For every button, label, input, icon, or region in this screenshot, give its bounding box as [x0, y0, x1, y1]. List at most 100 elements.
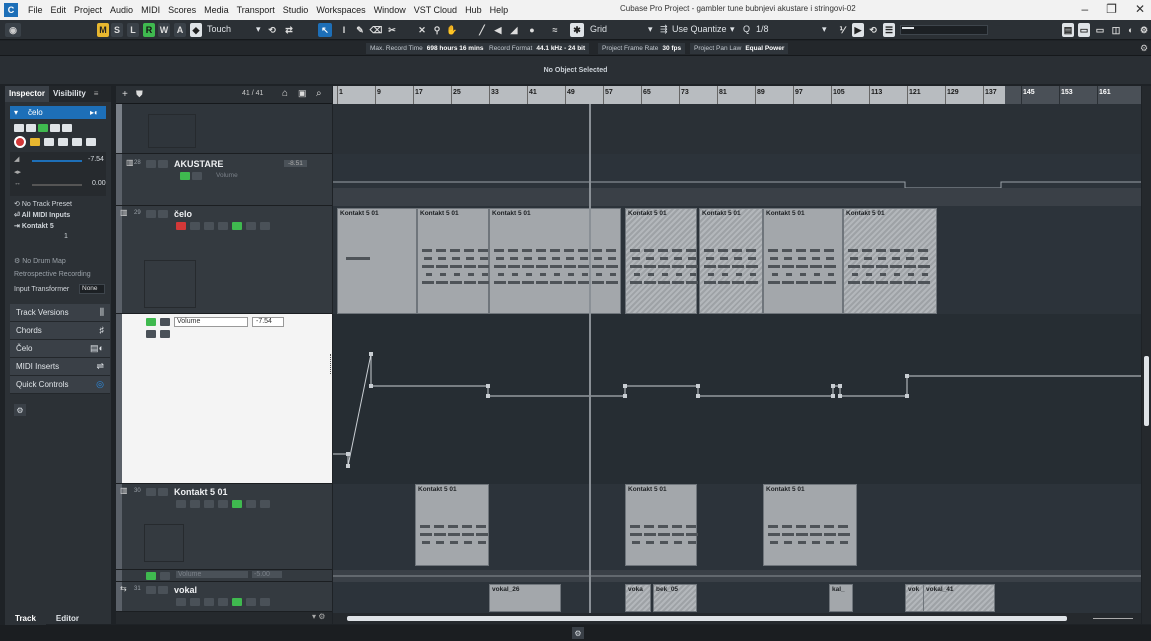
track-name[interactable]: AKUSTARE: [174, 159, 223, 169]
inspector-read-button[interactable]: [38, 124, 48, 132]
mute-button[interactable]: [146, 586, 156, 594]
minimize-button[interactable]: –: [1081, 2, 1088, 16]
inspector-freeze-button[interactable]: [72, 138, 82, 146]
lanes-button[interactable]: [218, 598, 228, 606]
color-picker-icon[interactable]: ●: [526, 23, 538, 37]
snap-toggle-icon[interactable]: ✱: [570, 23, 584, 37]
quantize-preset-label[interactable]: Use Quantize: [672, 24, 727, 34]
horizontal-zoom-slider[interactable]: [1093, 618, 1133, 619]
lanes-button[interactable]: [218, 222, 228, 230]
solo-button[interactable]: [158, 210, 168, 218]
solo-button[interactable]: [158, 488, 168, 496]
read-button[interactable]: [232, 500, 242, 508]
menu-media[interactable]: Media: [200, 5, 233, 15]
inspector-edit-button[interactable]: [62, 124, 72, 132]
track-filter-icon[interactable]: ⛊: [136, 89, 143, 100]
add-track-icon[interactable]: +: [122, 89, 128, 100]
inspector-mute-button[interactable]: [14, 124, 24, 132]
pan-slider[interactable]: [32, 184, 82, 186]
edit-button[interactable]: [260, 222, 270, 230]
line-tool-icon[interactable]: ╱: [476, 23, 488, 37]
write-automation-button[interactable]: [160, 572, 170, 580]
track-preset-field[interactable]: ⟲ No Track Preset: [14, 200, 115, 208]
menu-audio[interactable]: Audio: [106, 5, 137, 15]
menu-edit[interactable]: Edit: [47, 5, 71, 15]
quantize-value-chevron-icon[interactable]: ▾: [822, 24, 827, 35]
tracklist-zoom-icon[interactable]: ▾ ⚙: [312, 612, 325, 621]
track-name[interactable]: vokal: [174, 585, 197, 595]
midi-channel-field[interactable]: 1: [14, 233, 115, 240]
split-tool-icon[interactable]: ✂: [386, 23, 398, 37]
left-zone-icon[interactable]: ▤: [1062, 23, 1074, 37]
track-name[interactable]: čelo: [174, 209, 192, 219]
monitor-button[interactable]: [190, 598, 200, 606]
draw-tool-icon[interactable]: ✎: [354, 23, 366, 37]
event-part[interactable]: Kontakt 5 01: [763, 208, 843, 314]
write-button[interactable]: [246, 598, 256, 606]
section-quick-controls[interactable]: Quick Controls ◎: [10, 376, 110, 394]
monitor-button[interactable]: [190, 500, 200, 508]
automation-parameter[interactable]: Volume: [176, 571, 248, 578]
lane-resize-handle[interactable]: [330, 354, 332, 374]
project-cursor[interactable]: [589, 104, 591, 613]
iterative-quantize-icon[interactable]: ⅟: [835, 23, 849, 37]
show-lanes-button[interactable]: [160, 330, 170, 338]
track-volume-value[interactable]: -8.51: [284, 160, 307, 167]
tab-track[interactable]: Track: [5, 611, 46, 625]
record-enable-button[interactable]: [176, 598, 186, 606]
section-midi-inserts[interactable]: MIDI Inserts ⇌: [10, 358, 110, 376]
solo-button[interactable]: [158, 160, 168, 168]
inspector-volume-value[interactable]: -7.54: [88, 156, 104, 163]
quantize-value-label[interactable]: 1/8: [756, 24, 769, 34]
inspector-lock-button[interactable]: [44, 138, 54, 146]
track-view-icon[interactable]: ▣: [298, 88, 307, 99]
mute-automation-button[interactable]: [146, 330, 156, 338]
zoom-tool-icon[interactable]: ⚲: [431, 23, 443, 37]
read-automation-button[interactable]: [180, 172, 190, 180]
event-part[interactable]: Kontakt 5 01: [415, 484, 489, 566]
event-part[interactable]: Kontakt 5 01: [625, 208, 698, 314]
inspector-lanes-button[interactable]: [58, 138, 68, 146]
track-akustare[interactable]: ▥ 28 AKUSTARE -8.51 Volume: [116, 154, 332, 206]
event-part[interactable]: vokal_26: [489, 584, 561, 612]
celo-volume-curve[interactable]: [333, 314, 1141, 484]
menu-transport[interactable]: Transport: [233, 5, 279, 15]
record-enable-button[interactable]: [176, 500, 186, 508]
tab-visibility[interactable]: Visibility: [49, 86, 90, 102]
inspector-settings-gear-icon[interactable]: ⚙: [14, 404, 26, 416]
event-part[interactable]: Kontakt 5 01: [763, 484, 857, 566]
event-part[interactable]: Kontakt 5 01: [489, 208, 621, 314]
menu-file[interactable]: File: [24, 5, 47, 15]
right-zone-icon[interactable]: ▭: [1094, 23, 1106, 37]
maximize-button[interactable]: ❐: [1106, 2, 1117, 16]
loop-icon[interactable]: ⟲: [267, 23, 277, 37]
object-selection-tool-icon[interactable]: ↖: [318, 23, 332, 37]
activate-project-button[interactable]: ◉: [5, 23, 21, 37]
mute-button[interactable]: [146, 210, 156, 218]
mute-button[interactable]: [146, 488, 156, 496]
write-button[interactable]: W: [158, 23, 170, 37]
event-part[interactable]: Kontakt 5 01: [417, 208, 490, 314]
write-button[interactable]: [246, 500, 256, 508]
grid-type-label[interactable]: Grid: [590, 24, 607, 34]
read-button[interactable]: R: [143, 23, 155, 37]
write-automation-button[interactable]: [160, 318, 170, 326]
track-edit-icon[interactable]: ▸◐: [90, 108, 99, 117]
event-part[interactable]: Kontakt 5 01: [699, 208, 763, 314]
edit-button[interactable]: [260, 500, 270, 508]
read-automation-button[interactable]: [146, 572, 156, 580]
lower-zone-icon[interactable]: ▭: [1078, 23, 1090, 37]
menu-vst-cloud[interactable]: VST Cloud: [410, 5, 461, 15]
input-transformer-select[interactable]: None: [79, 284, 105, 294]
event-part[interactable]: bek_05: [653, 584, 697, 612]
solo-button[interactable]: [158, 586, 168, 594]
automation-value[interactable]: -5.00: [252, 571, 282, 578]
automation-panel-icon[interactable]: ◆: [190, 23, 202, 37]
tab-inspector[interactable]: Inspector: [5, 86, 50, 102]
drum-map-field[interactable]: ⚙ No Drum Map: [14, 257, 115, 265]
lock-button[interactable]: [204, 598, 214, 606]
range-tool-icon[interactable]: I: [338, 23, 350, 37]
menu-studio[interactable]: Studio: [279, 5, 313, 15]
inspector-monitor-button[interactable]: [30, 138, 40, 146]
play-tool-icon[interactable]: ◀: [492, 23, 504, 37]
